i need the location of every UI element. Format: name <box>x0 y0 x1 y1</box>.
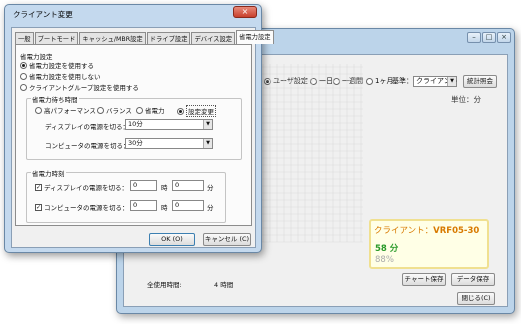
radio-icon <box>97 106 104 114</box>
basis-select[interactable]: クライアント ▼ <box>413 75 458 87</box>
power-time-group-label: 省電力時刻 <box>31 168 66 178</box>
tab-boot-mode[interactable]: ブートモード <box>34 32 79 44</box>
window-close-button[interactable]: × <box>497 32 511 43</box>
computer-minute-unit: 分 <box>207 204 214 212</box>
tooltip-title: クライアント： <box>374 226 434 236</box>
stats-query-button[interactable]: 統計照会 <box>463 75 497 88</box>
chevron-down-icon: ▼ <box>447 76 456 86</box>
client-change-dialog: クライアント変更 × 一般 ブートモード キャッシュ/MBR設定 ドライブ設定 … <box>4 4 274 253</box>
total-time-label: 全使用時間: <box>147 281 182 289</box>
client-tooltip: クライアント：VRF05-30 58 分 88% <box>369 219 489 269</box>
display-time-checkbox[interactable]: ✓ ディスプレイの電源を切る： <box>35 182 128 192</box>
minimize-button[interactable]: – <box>467 32 481 43</box>
computer-off-value: 30分 <box>128 139 143 147</box>
computer-off-label: コンピュータの電源を切る： <box>45 142 130 150</box>
mode-custom-radio[interactable]: 設定変更 <box>177 105 216 117</box>
power-not-use-label: 省電力設定を使用しない <box>29 73 101 81</box>
wait-time-group-label: 省電力待ち時間 <box>31 94 79 104</box>
computer-off-select[interactable]: 30分 ▼ <box>125 138 213 149</box>
ok-button[interactable]: OK (O) <box>149 233 195 246</box>
period-month-label: 1ヶ月 <box>375 77 394 85</box>
mode-balance-radio[interactable]: バランス <box>97 105 132 115</box>
radio-icon <box>177 107 184 115</box>
power-use-radio[interactable]: 省電力設定を使用する <box>20 60 94 70</box>
display-hour-input[interactable]: 0 <box>130 180 157 191</box>
power-use-label: 省電力設定を使用する <box>29 62 94 70</box>
radio-icon <box>366 77 373 85</box>
tooltip-percent: 88% <box>375 255 394 265</box>
display-off-select[interactable]: 10分 ▼ <box>125 119 213 130</box>
display-off-value: 10分 <box>128 120 143 128</box>
display-hour-unit: 時 <box>161 184 168 192</box>
radio-icon <box>136 106 143 114</box>
data-save-button[interactable]: データ保存 <box>451 273 495 286</box>
radio-icon <box>20 83 27 91</box>
tab-device[interactable]: デバイス設定 <box>191 32 236 44</box>
checkbox-checked-icon: ✓ <box>35 183 42 191</box>
tooltip-value: 58 分 <box>375 244 399 254</box>
wait-time-group: 省電力待ち時間 高パフォーマンス バランス 省電力 設定変更 ディスプレイの電源… <box>26 94 242 160</box>
basis-select-group: 基準： クライアント ▼ <box>392 75 458 87</box>
tab-drive[interactable]: ドライブ設定 <box>146 32 191 44</box>
radio-icon <box>20 72 27 80</box>
dialog-title: クライアント変更 <box>13 10 73 19</box>
tab-general[interactable]: 一般 <box>15 32 34 44</box>
close-icon[interactable]: × <box>233 6 257 18</box>
power-not-use-radio[interactable]: 省電力設定を使用しない <box>20 71 101 81</box>
tab-cache-mbr[interactable]: キャッシュ/MBR設定 <box>79 32 146 44</box>
unit-label: 単位：分 <box>451 95 481 104</box>
power-group-setting-label: クライアントグループ設定を使用する <box>29 84 139 92</box>
chevron-down-icon: ▼ <box>203 139 212 148</box>
cancel-button[interactable]: キャンセル (C) <box>203 233 251 246</box>
close-button[interactable]: 閉じる(C) <box>457 292 495 305</box>
mode-high-performance-radio[interactable]: 高パフォーマンス <box>35 105 96 115</box>
display-off-label: ディスプレイの電源を切る： <box>45 123 130 131</box>
tooltip-client: VRF05-30 <box>433 226 480 236</box>
computer-hour-unit: 時 <box>161 204 168 212</box>
display-time-label: ディスプレイの電源を切る： <box>44 184 129 192</box>
period-month-radio[interactable]: 1ヶ月 <box>366 75 393 87</box>
chart-save-button[interactable]: チャート保存 <box>402 273 446 286</box>
computer-time-label: コンピュータの電源を切る： <box>44 204 129 212</box>
radio-icon <box>35 106 42 114</box>
power-time-group: 省電力時刻 ✓ ディスプレイの電源を切る： 0 時 0 分 ✓ コンピュータの電… <box>26 168 226 223</box>
basis-label: 基準： <box>392 77 413 85</box>
computer-hour-input[interactable]: 0 <box>130 200 157 211</box>
mode-high-performance-label: 高パフォーマンス <box>44 107 96 115</box>
mode-balance-label: バランス <box>106 107 132 115</box>
power-group-setting-radio[interactable]: クライアントグループ設定を使用する <box>20 82 139 92</box>
display-minute-unit: 分 <box>207 184 214 192</box>
mode-custom-label: 設定変更 <box>186 105 216 117</box>
computer-time-checkbox[interactable]: ✓ コンピュータの電源を切る： <box>35 202 129 212</box>
dialog-client-area: 一般 ブートモード キャッシュ/MBR設定 ドライブ設定 デバイス設定 省電力設… <box>11 27 274 248</box>
mode-power-saver-label: 省電力 <box>145 107 165 115</box>
tab-strip: 一般 ブートモード キャッシュ/MBR設定 ドライブ設定 デバイス設定 省電力設… <box>15 30 275 44</box>
radio-icon <box>20 61 27 69</box>
mode-power-saver-radio[interactable]: 省電力 <box>136 105 165 115</box>
maximize-button[interactable]: □ <box>482 32 496 43</box>
display-minute-input[interactable]: 0 <box>172 180 204 191</box>
chevron-down-icon: ▼ <box>203 120 212 129</box>
computer-minute-input[interactable]: 0 <box>172 200 204 211</box>
checkbox-checked-icon: ✓ <box>35 203 42 211</box>
total-time-value: 4 時間 <box>214 281 234 289</box>
tab-power-saving[interactable]: 省電力設定 <box>236 30 274 44</box>
power-saving-pane: 省電力設定 省電力設定を使用する 省電力設定を使用しない クライアントグループ設… <box>15 44 252 226</box>
